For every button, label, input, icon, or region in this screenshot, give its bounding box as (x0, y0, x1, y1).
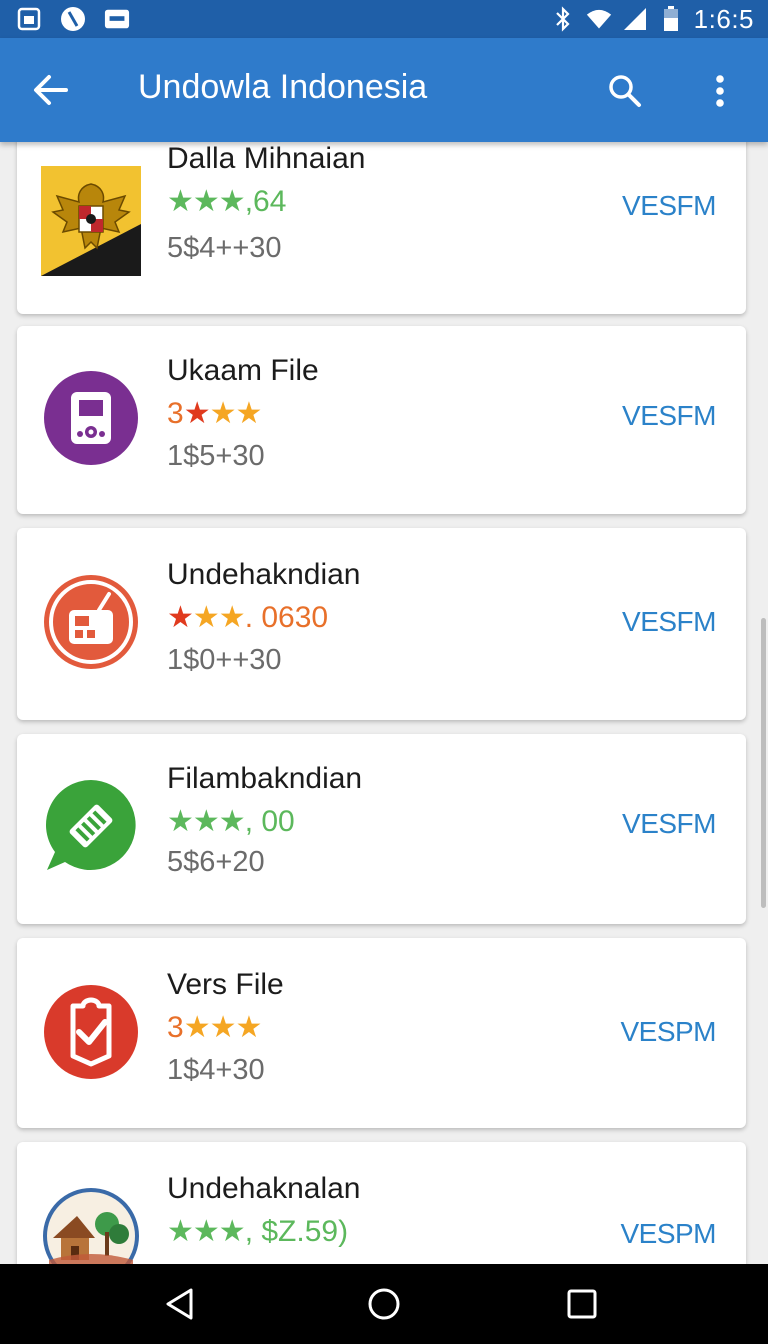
app-bar: Undowla Indonesia (0, 38, 768, 142)
rating-stars: ★★★ (167, 601, 246, 634)
garuda-emblem-icon (41, 166, 141, 276)
more-vert-icon[interactable] (700, 66, 740, 116)
app-meta: 5$4++30 (167, 232, 282, 264)
rating-suffix: . 0630 (244, 600, 329, 634)
app-action-button[interactable]: VESFM (622, 190, 716, 222)
battery-icon (658, 6, 684, 32)
list-item[interactable]: Undehaknalan ★★★ , $Z.59) VESPM (17, 1142, 746, 1264)
app-rating: ★★★ ,64 (167, 184, 286, 219)
arrow-left-icon[interactable] (24, 66, 76, 114)
app-action-button[interactable]: VESFM (622, 808, 716, 840)
app-rating: ★★★ , $Z.59) (167, 1214, 348, 1249)
rating-stars: ★★★ (167, 185, 246, 218)
rating-suffix: , $Z.59) (244, 1214, 349, 1248)
radio-icon (41, 572, 141, 672)
village-illustration-icon (41, 1186, 141, 1264)
rating-stars: ★★★ (183, 397, 263, 430)
app-rating: 3 ★★★ (167, 1010, 263, 1045)
app-meta: 1$0++30 (167, 644, 282, 676)
app-list[interactable]: Dalla Mihnaian ★★★ ,64 5$4++30 VESFM Uka… (0, 142, 768, 1264)
gallery-icon (16, 6, 42, 32)
status-time: 1:6:5 (693, 3, 754, 34)
rating-stars: ★★★ (167, 1215, 246, 1248)
signal-icon (622, 6, 648, 32)
list-item[interactable]: Undehakndian ★★★ . 0630 1$0++30 VESFM (17, 528, 746, 720)
app-meta: 5$6+20 (167, 846, 265, 878)
rating-stars: ★★★ (183, 1011, 263, 1044)
list-item[interactable]: Vers File 3 ★★★ 1$4+30 VESPM (17, 938, 746, 1128)
clipboard-check-icon (41, 982, 141, 1082)
app-name: Dalla Mihnaian (167, 142, 366, 175)
nav-recents-icon[interactable] (560, 1282, 604, 1326)
system-nav-bar (0, 1264, 768, 1344)
app-action-button[interactable]: VESFM (622, 400, 716, 432)
app-rating: 3 ★★★ (167, 396, 263, 431)
rating-suffix: ,64 (244, 184, 287, 218)
app-name: Filambakndian (167, 762, 363, 795)
list-item[interactable]: Dalla Mihnaian ★★★ ,64 5$4++30 VESFM (17, 142, 746, 314)
page-title: Undowla Indonesia (138, 68, 428, 106)
app-action-button[interactable]: VESPM (620, 1218, 716, 1250)
status-bar: 1:6:5 (0, 0, 768, 38)
app-name: Undehakndian (167, 558, 361, 591)
app-name: Undehaknalan (167, 1172, 361, 1205)
list-item[interactable]: Ukaam File 3 ★★★ 1$5+30 VESFM (17, 326, 746, 514)
app-rating: ★★★ . 0630 (167, 600, 328, 635)
rating-prefix: 3 (167, 1010, 184, 1044)
app-action-button[interactable]: VESFM (622, 606, 716, 638)
music-player-icon (41, 368, 141, 468)
rating-prefix: 3 (167, 396, 184, 430)
wifi-icon (586, 6, 612, 32)
rating-suffix: , 00 (244, 804, 295, 838)
cast-icon (104, 6, 130, 32)
app-meta: 1$4+30 (167, 1054, 265, 1086)
rating-stars: ★★★ (167, 805, 246, 838)
app-action-button[interactable]: VESPM (620, 1016, 716, 1048)
list-item[interactable]: Filambakndian ★★★ , 00 5$6+20 VESFM (17, 734, 746, 924)
app-meta: 1$5+30 (167, 440, 265, 472)
bluetooth-icon (550, 6, 576, 32)
search-icon[interactable] (600, 66, 650, 116)
nav-back-icon[interactable] (158, 1282, 202, 1326)
blocked-icon (60, 6, 86, 32)
app-name: Ukaam File (167, 354, 319, 387)
nav-home-icon[interactable] (362, 1282, 406, 1326)
chat-file-icon (41, 776, 141, 876)
app-name: Vers File (167, 968, 284, 1001)
scrollbar[interactable] (761, 618, 766, 908)
app-rating: ★★★ , 00 (167, 804, 295, 839)
